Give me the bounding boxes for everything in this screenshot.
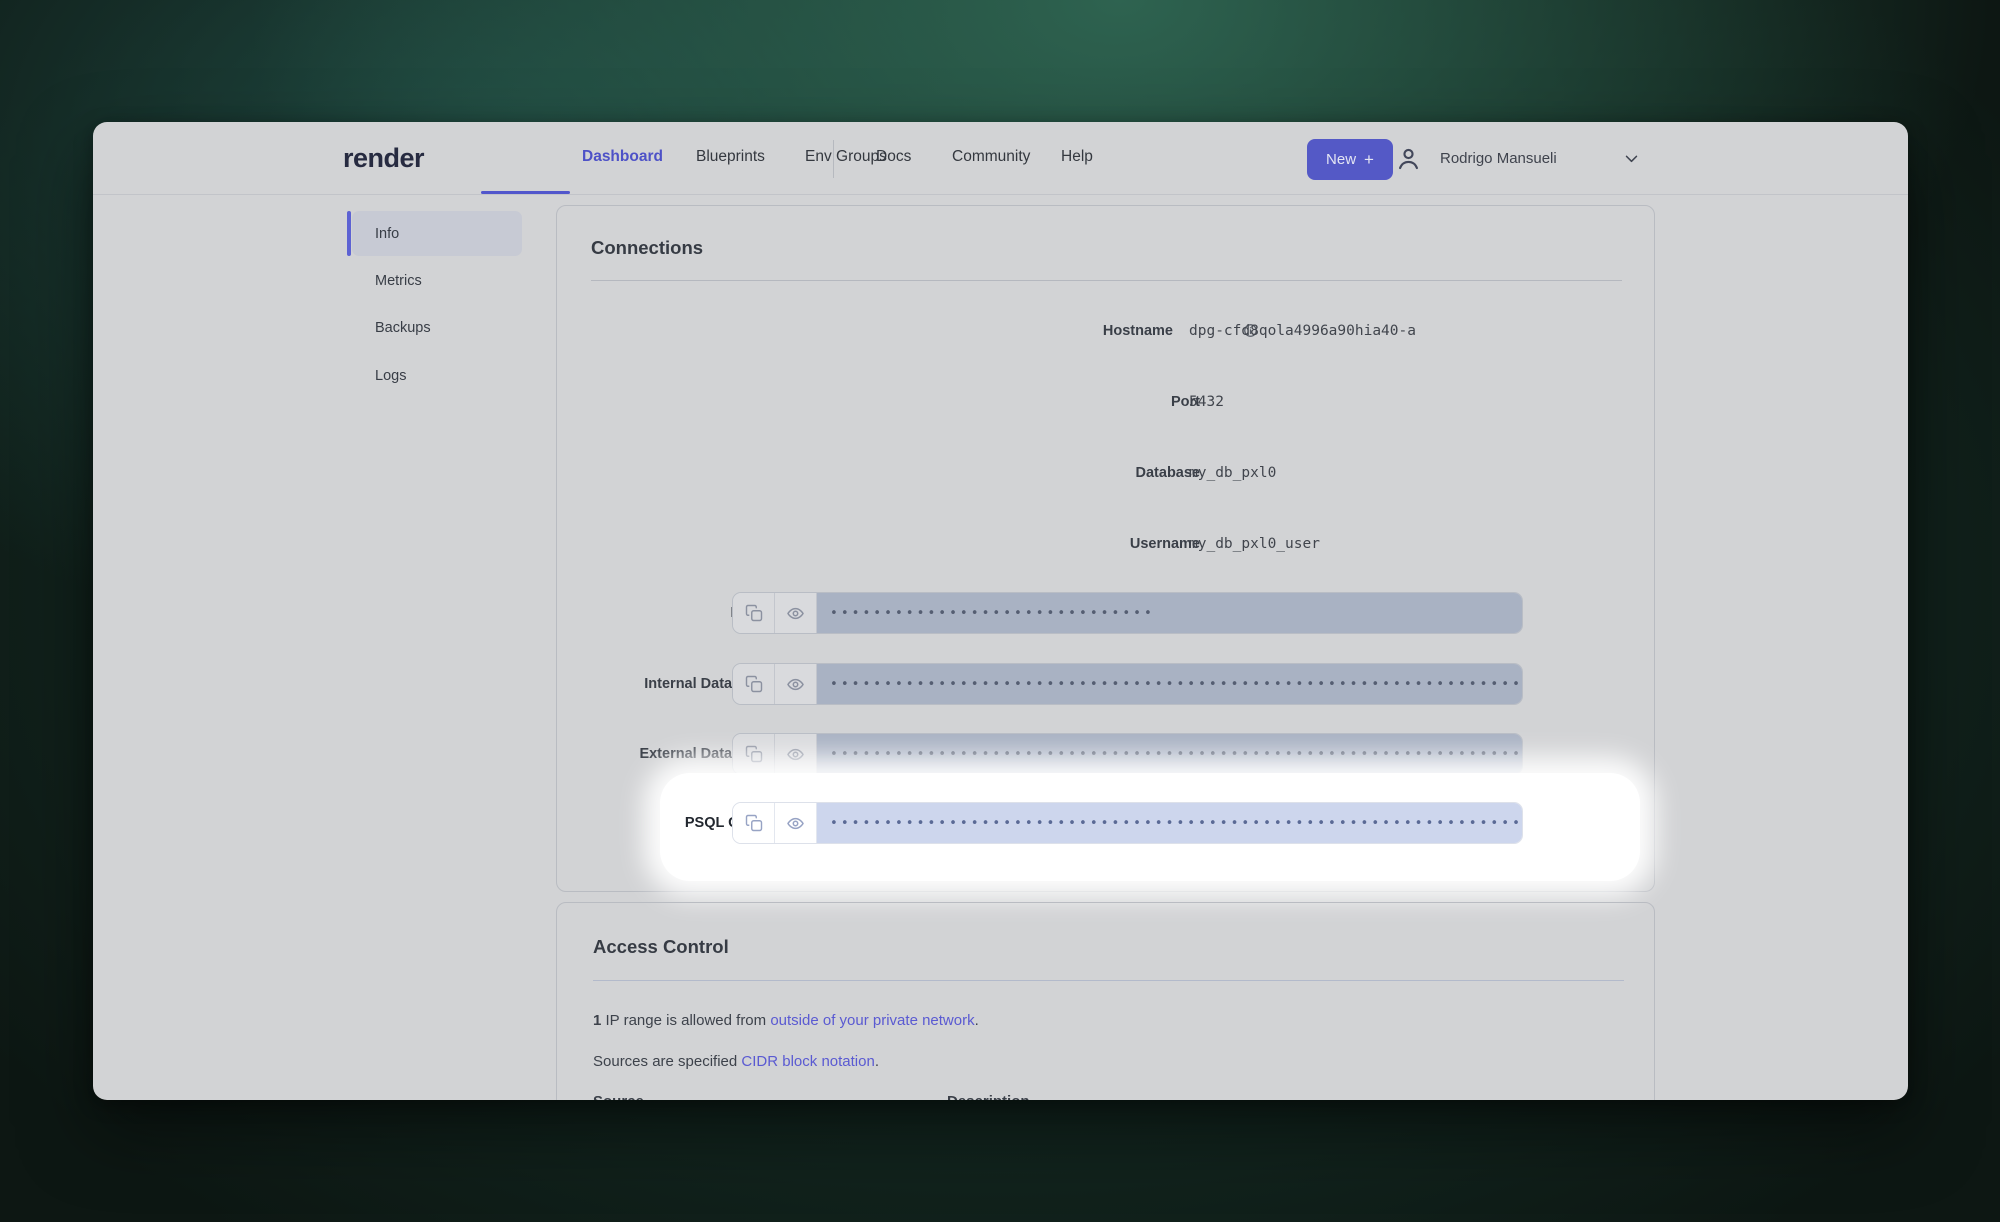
new-button-label: New [1326, 151, 1356, 168]
field-value: my_db_pxl0_user [1189, 536, 1320, 552]
active-tab-indicator [481, 191, 570, 194]
chevron-down-icon[interactable] [1623, 150, 1640, 167]
sidebar-item-label: Logs [375, 368, 406, 384]
nav-link-help[interactable]: Help [1061, 148, 1093, 166]
sidebar-item-label: Info [375, 226, 399, 242]
psql-command-masked-value: ••••••••••••••••••••••••••••••••••••••••… [817, 803, 1522, 843]
field-value: dpg-cfd8qola4996a90hia40-a [1189, 323, 1416, 339]
external-url-control: ••••••••••••••••••••••••••••••••••••••••… [732, 733, 1523, 775]
access-control-divider [593, 980, 1624, 981]
password-control: •••••••••••••••••••••••••••••• [732, 592, 1523, 634]
sidebar-item-metrics[interactable]: Metrics [352, 258, 522, 303]
sources-text: Sources are specified CIDR block notatio… [593, 1053, 879, 1070]
user-menu-name[interactable]: Rodrigo Mansueli [1440, 150, 1557, 167]
new-button[interactable]: New + [1307, 139, 1393, 180]
sidebar-item-label: Backups [375, 320, 431, 336]
user-icon [1395, 145, 1422, 172]
access-control-title: Access Control [593, 936, 729, 958]
internal-url-control: ••••••••••••••••••••••••••••••••••••••••… [732, 663, 1523, 705]
nav-divider [833, 140, 834, 178]
eye-icon-button[interactable] [775, 664, 817, 704]
private-network-link[interactable]: outside of your private network [770, 1012, 974, 1029]
access-control-panel: Access Control 1 IP range is allowed fro… [556, 902, 1655, 1100]
cidr-notation-link[interactable]: CIDR block notation [741, 1053, 874, 1070]
copy-button[interactable] [733, 593, 775, 633]
nav-tab-blueprints[interactable]: Blueprints [696, 148, 765, 166]
copy-button[interactable] [733, 734, 775, 774]
sidebar-active-indicator [347, 211, 351, 256]
field-label: Username [957, 536, 1200, 552]
sidebar-item-label: Metrics [375, 273, 422, 289]
render-logo[interactable]: render [343, 143, 424, 174]
nav-link-community[interactable]: Community [952, 148, 1030, 166]
desktop-background: { "nav": { "logo": "render", "links": [ … [0, 0, 2000, 1222]
connections-title: Connections [591, 237, 703, 259]
source-column-header: Source [593, 1093, 644, 1100]
password-masked-value: •••••••••••••••••••••••••••••• [817, 593, 1522, 633]
internal-url-masked-value: ••••••••••••••••••••••••••••••••••••••••… [817, 664, 1522, 704]
sidebar-item-backups[interactable]: Backups [352, 305, 522, 350]
eye-icon-button[interactable] [775, 593, 817, 633]
external-url-masked-value: ••••••••••••••••••••••••••••••••••••••••… [817, 734, 1522, 774]
nav-link-docs[interactable]: Docs [876, 148, 911, 166]
eye-icon-button[interactable] [775, 803, 817, 843]
field-label: Port [957, 394, 1200, 410]
sidebar-item-info[interactable]: Info [352, 211, 522, 256]
ip-range-text: 1 IP range is allowed from outside of yo… [593, 1012, 979, 1029]
app-window: render Dashboard Blueprints Env Groups D… [93, 122, 1908, 1100]
copy-button[interactable] [733, 803, 775, 843]
plus-icon: + [1364, 150, 1374, 170]
field-value: 5432 [1189, 394, 1224, 410]
nav-tab-env-groups[interactable]: Env Groups [805, 148, 887, 166]
nav-tab-dashboard[interactable]: Dashboard [582, 148, 663, 166]
top-navigation: render Dashboard Blueprints Env Groups D… [93, 122, 1908, 195]
copy-button[interactable] [733, 664, 775, 704]
field-label: Database [957, 465, 1200, 481]
connections-divider [591, 280, 1622, 281]
field-value: my_db_pxl0 [1189, 465, 1276, 481]
field-label: Hostname [930, 323, 1173, 339]
sidebar-item-logs[interactable]: Logs [352, 353, 522, 398]
description-column-header: Description [947, 1093, 1030, 1100]
eye-icon-button[interactable] [775, 734, 817, 774]
psql-command-control: ••••••••••••••••••••••••••••••••••••••••… [732, 802, 1523, 844]
